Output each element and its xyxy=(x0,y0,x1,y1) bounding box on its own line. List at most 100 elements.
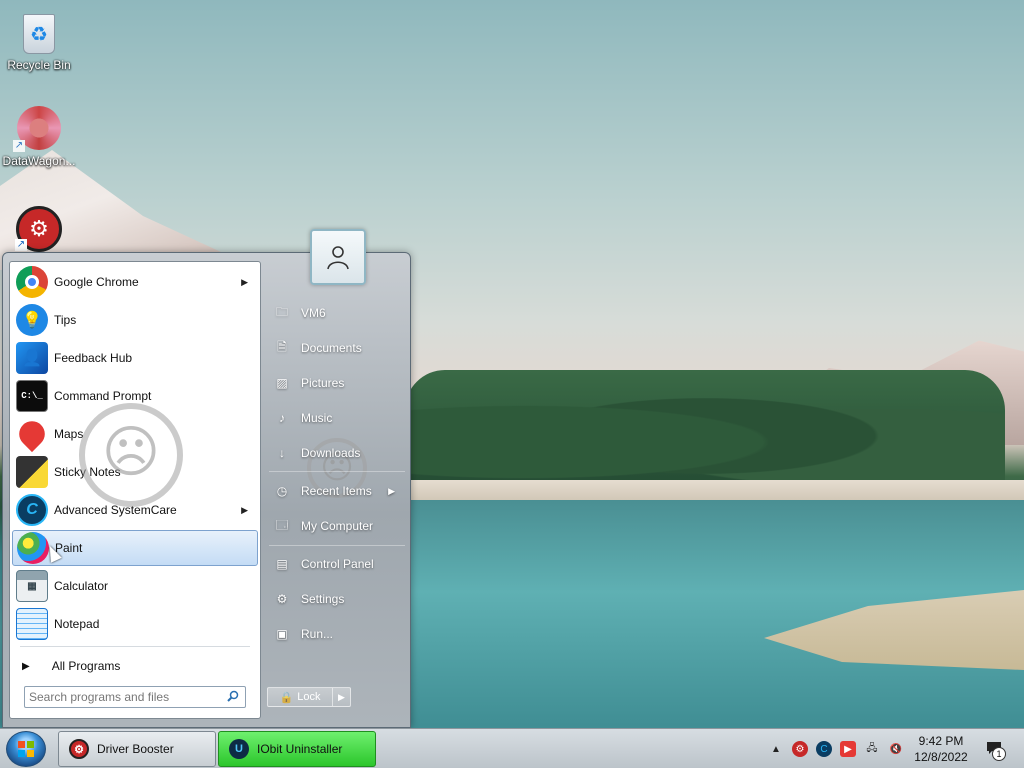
sticky-notes-icon xyxy=(16,456,48,488)
pictures-icon: ▨ xyxy=(276,376,288,390)
user-icon xyxy=(327,246,349,270)
command-prompt-icon: C:\_ xyxy=(16,380,48,412)
right-item-label: Control Panel xyxy=(301,557,374,571)
right-item-downloads[interactable]: ↓ Downloads xyxy=(267,439,407,467)
start-button[interactable] xyxy=(6,731,46,767)
right-item-label: Run... xyxy=(301,627,334,641)
taskbar-button-iobit-uninstaller[interactable]: U IObit Uninstaller xyxy=(218,731,376,767)
lock-button[interactable]: 🔒 Lock xyxy=(267,687,333,707)
driver-booster-icon: ⚙ xyxy=(69,739,89,759)
submenu-arrow-icon: ▶ xyxy=(388,485,395,496)
right-item-label: Settings xyxy=(301,592,345,606)
program-google-chrome[interactable]: Google Chrome ▶ xyxy=(12,264,258,300)
right-item-label: Music xyxy=(301,411,333,425)
chevron-right-icon: ▶ xyxy=(338,691,345,702)
windows-logo-icon xyxy=(18,741,34,757)
datawagon-icon: ↗ xyxy=(13,106,61,152)
shortcut-arrow-icon: ↗ xyxy=(15,239,27,251)
divider xyxy=(269,471,405,472)
submenu-arrow-icon: ▶ xyxy=(241,504,248,515)
documents-icon: 🗎 xyxy=(277,339,287,354)
sad-face-overlay-icon: ☹ xyxy=(79,403,183,507)
clock-time: 9:42 PM xyxy=(918,734,964,748)
clock-date: 12/8/2022 xyxy=(914,750,968,764)
volume-muted-icon[interactable]: 🔇 xyxy=(888,741,904,757)
settings-icon: ⚙ xyxy=(276,592,288,606)
user-account-picture[interactable] xyxy=(310,229,366,285)
search-box[interactable] xyxy=(24,686,246,708)
right-item-recent-items[interactable]: ◷ Recent Items ▶ xyxy=(267,477,407,505)
program-label: Google Chrome xyxy=(54,275,139,289)
program-label: Command Prompt xyxy=(54,389,152,403)
driver-booster-icon: ⚙ ↗ xyxy=(15,206,62,252)
desktop-icon-recycle-bin[interactable]: ♻ Recycle Bin xyxy=(1,6,77,72)
system-tray: ▲ ⚙ C ▶ 🖧 🔇 xyxy=(768,729,912,768)
start-menu: Google Chrome ▶ 💡 Tips 👤 Feedback Hub C:… xyxy=(2,229,411,728)
maps-icon xyxy=(13,415,51,453)
wallpaper-beach xyxy=(405,480,1024,502)
right-item-control-panel[interactable]: ▤ Control Panel xyxy=(267,550,407,578)
desktop-icon-label: Recycle Bin xyxy=(7,58,71,72)
user-folder-icon: 🗀 xyxy=(275,304,288,319)
program-notepad[interactable]: Notepad xyxy=(12,606,258,642)
right-item-music[interactable]: ♪ Music xyxy=(267,404,407,432)
driver-booster-tray-icon[interactable]: ⚙ xyxy=(792,741,808,757)
taskbar: ⚙ Driver Booster U IObit Uninstaller ▲ ⚙… xyxy=(0,728,1024,768)
desktop-icon-datawagon[interactable]: ↗ DataWagon... xyxy=(1,106,77,168)
program-calculator[interactable]: ▦ Calculator xyxy=(12,568,258,604)
right-item-settings[interactable]: ⚙ Settings xyxy=(267,585,407,613)
program-tips[interactable]: 💡 Tips xyxy=(12,302,258,338)
tips-icon: 💡 xyxy=(16,304,48,336)
program-label: Maps xyxy=(54,427,84,441)
desktop-icon-driver-booster[interactable]: ⚙ ↗ xyxy=(1,206,77,256)
taskbar-button-label: Driver Booster xyxy=(97,742,174,756)
program-feedback-hub[interactable]: 👤 Feedback Hub xyxy=(12,340,258,376)
program-label: Advanced SystemCare xyxy=(54,503,177,517)
right-item-label: Pictures xyxy=(301,376,345,390)
divider xyxy=(20,646,250,647)
chrome-icon xyxy=(16,266,48,298)
taskbar-button-label: IObit Uninstaller xyxy=(257,742,343,756)
right-item-pictures[interactable]: ▨ Pictures xyxy=(267,369,407,397)
right-item-label: VM6 xyxy=(301,306,326,320)
show-hidden-icons-icon[interactable]: ▲ xyxy=(768,741,784,757)
music-icon: ♪ xyxy=(279,411,285,425)
downloads-icon: ↓ xyxy=(279,446,285,460)
taskbar-clock[interactable]: 9:42 PM 12/8/2022 xyxy=(910,733,972,765)
program-label: Calculator xyxy=(54,579,109,593)
program-label: Notepad xyxy=(54,617,100,631)
advanced-systemcare-tray-icon[interactable]: C xyxy=(816,741,832,757)
shutdown-options-button[interactable]: ▶ xyxy=(333,687,351,707)
right-item-documents[interactable]: 🗎 Documents xyxy=(267,334,407,362)
all-programs-label: All Programs xyxy=(51,659,121,673)
right-item-run[interactable]: ▣ Run... xyxy=(267,620,407,648)
search-input[interactable] xyxy=(29,690,219,704)
network-icon[interactable]: 🖧 xyxy=(864,741,880,757)
right-item-label: Recent Items xyxy=(301,484,372,498)
notepad-icon xyxy=(16,608,48,640)
right-item-my-computer[interactable]: 🗔 My Computer xyxy=(267,512,407,540)
screen-recorder-tray-icon[interactable]: ▶ xyxy=(840,741,856,757)
recycle-bin-icon: ♻ xyxy=(23,14,55,54)
right-item-label: Downloads xyxy=(301,446,361,460)
recent-items-icon: ◷ xyxy=(276,484,288,498)
calculator-icon: ▦ xyxy=(16,570,48,602)
all-programs-button[interactable]: ▶ All Programs xyxy=(12,652,258,680)
notification-badge: 1 xyxy=(992,747,1006,761)
feedback-hub-icon: 👤 xyxy=(16,342,48,374)
desktop-icon-label: DataWagon... xyxy=(2,154,76,168)
right-item-vm6[interactable]: 🗀 VM6 xyxy=(267,299,407,327)
right-item-label: My Computer xyxy=(301,519,374,533)
program-label: Tips xyxy=(54,313,77,327)
submenu-arrow-icon: ▶ xyxy=(241,276,248,287)
shortcut-arrow-icon: ↗ xyxy=(13,140,25,152)
iobit-uninstaller-icon: U xyxy=(229,739,249,759)
advanced-systemcare-icon: C xyxy=(16,494,48,526)
taskbar-button-driver-booster[interactable]: ⚙ Driver Booster xyxy=(58,731,216,767)
right-item-label: Documents xyxy=(301,341,362,355)
control-panel-icon: ▤ xyxy=(276,557,288,571)
computer-icon: 🗔 xyxy=(275,517,289,532)
lock-label: Lock xyxy=(297,691,321,703)
divider xyxy=(269,545,405,546)
search-icon[interactable] xyxy=(227,690,239,702)
